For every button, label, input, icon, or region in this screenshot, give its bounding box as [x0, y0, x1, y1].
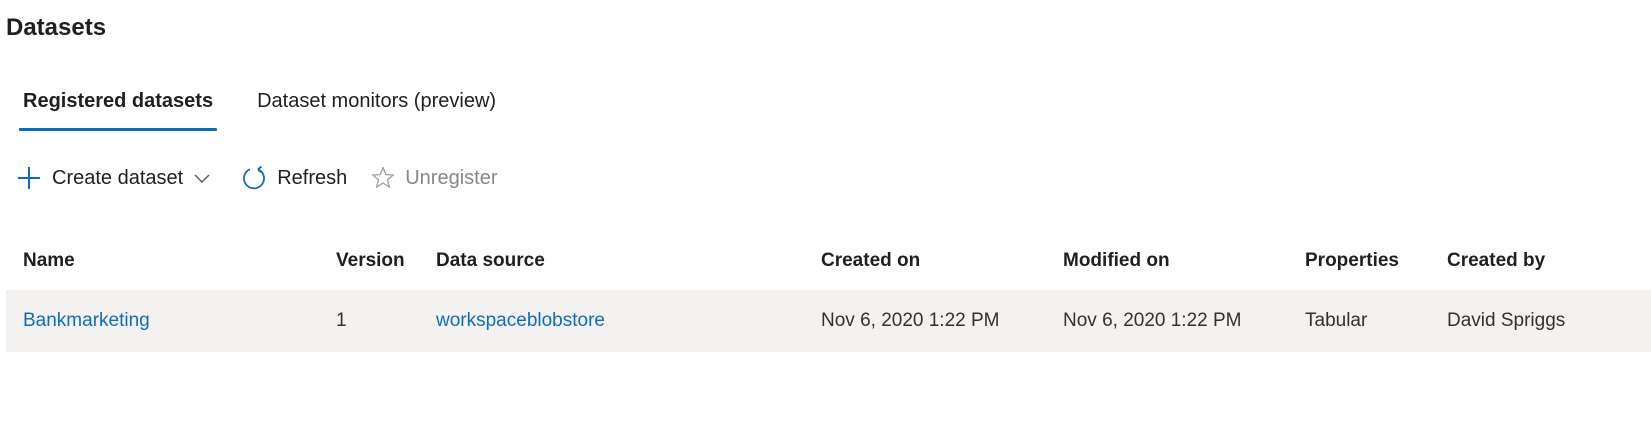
datasets-table: Name Version Data source Created on Modi… [6, 232, 1651, 352]
refresh-button[interactable]: Refresh [241, 160, 347, 196]
tab-list: Registered datasets Dataset monitors (pr… [19, 84, 500, 134]
column-header-properties[interactable]: Properties [1305, 232, 1399, 290]
data-source-link[interactable]: workspaceblobstore [436, 310, 605, 332]
dataset-name-link[interactable]: Bankmarketing [23, 310, 150, 332]
column-header-version[interactable]: Version [336, 232, 405, 290]
page-title: Datasets [6, 14, 107, 41]
table-header-row: Name Version Data source Created on Modi… [6, 232, 1651, 290]
tab-label: Dataset monitors (preview) [257, 90, 497, 112]
modified-on-cell: Nov 6, 2020 1:22 PM [1063, 310, 1242, 331]
datasets-page: Datasets Registered datasets Dataset mon… [0, 0, 1651, 435]
created-by-cell: David Spriggs [1447, 310, 1566, 331]
column-header-created-by[interactable]: Created by [1447, 232, 1545, 290]
dataset-name-cell: Bankmarketing [23, 290, 150, 352]
refresh-icon [241, 165, 267, 191]
column-header-modified-on[interactable]: Modified on [1063, 232, 1170, 290]
properties-cell: Tabular [1305, 310, 1368, 331]
unregister-button[interactable]: Unregister [371, 160, 498, 196]
column-header-data-source[interactable]: Data source [436, 232, 545, 290]
create-dataset-button[interactable]: Create dataset [16, 160, 221, 196]
table-row[interactable]: Bankmarketing 1 workspaceblobstore Nov 6… [6, 290, 1651, 352]
column-header-created-on[interactable]: Created on [821, 232, 920, 290]
create-dataset-label: Create dataset [52, 166, 184, 189]
column-header-name[interactable]: Name [23, 232, 75, 290]
plus-icon [16, 165, 42, 191]
created-on-cell: Nov 6, 2020 1:22 PM [821, 310, 1000, 331]
chevron-down-icon[interactable] [193, 169, 211, 187]
tab-label: Registered datasets [23, 90, 214, 112]
data-source-cell: workspaceblobstore [436, 290, 605, 352]
version-cell: 1 [336, 310, 347, 331]
star-icon [371, 166, 395, 190]
tab-registered-datasets[interactable]: Registered datasets [19, 84, 218, 134]
tab-dataset-monitors[interactable]: Dataset monitors (preview) [253, 84, 500, 134]
unregister-label: Unregister [405, 166, 498, 189]
toolbar: Create dataset Refresh Unregister [16, 160, 498, 196]
refresh-label: Refresh [277, 166, 348, 189]
